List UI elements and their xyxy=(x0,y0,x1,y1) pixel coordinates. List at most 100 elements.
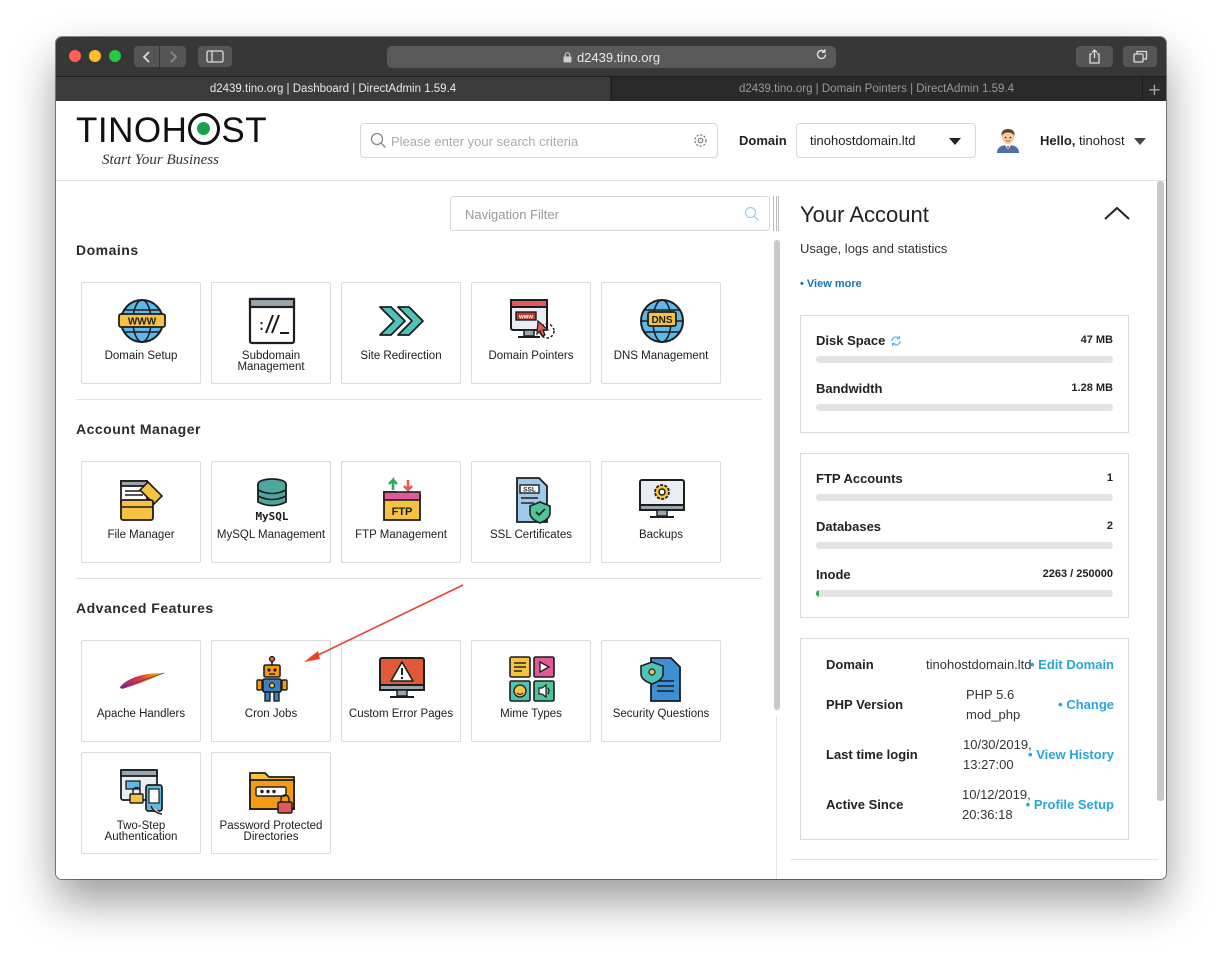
info-value: tinohostdomain.ltd xyxy=(926,657,1032,672)
forward-button[interactable] xyxy=(160,46,186,67)
change-php-link[interactable]: • Change xyxy=(1058,697,1114,712)
tile-label: Custom Error Pages xyxy=(348,708,454,720)
close-window-button[interactable] xyxy=(69,50,81,62)
tile-ftp-management[interactable]: FTP FTP Management xyxy=(341,461,461,563)
php-version-value: PHP 5.6 xyxy=(966,687,1015,702)
svg-text::: : xyxy=(257,316,266,334)
stat-label: Bandwidth xyxy=(816,381,883,396)
sidebar-icon xyxy=(206,50,224,63)
reload-icon[interactable] xyxy=(815,48,828,61)
profile-setup-link[interactable]: • Profile Setup xyxy=(1026,797,1114,812)
share-button[interactable] xyxy=(1076,46,1113,67)
tile-domain-setup[interactable]: WWW Domain Setup xyxy=(81,282,201,384)
info-label: Domain xyxy=(826,657,874,672)
tile-label: Two-Step Authentication xyxy=(104,820,178,843)
share-icon xyxy=(1089,49,1100,64)
tile-label: Domain Setup xyxy=(104,350,178,362)
tile-subdomain-management[interactable]: : Subdomain Management xyxy=(211,282,331,384)
logo-text-end: ST xyxy=(221,111,268,150)
robot-icon xyxy=(256,655,288,702)
user-greeting[interactable]: Hello, tinohost xyxy=(1040,133,1125,148)
caret-down-icon xyxy=(949,138,961,145)
user-menu-caret-icon[interactable] xyxy=(1134,138,1146,145)
domain-select[interactable]: tinohostdomain.ltd xyxy=(796,123,976,158)
last-login-date: 10/30/2019, xyxy=(963,737,1032,752)
tile-security-questions[interactable]: Security Questions xyxy=(601,640,721,742)
tile-label: Subdomain Management xyxy=(237,350,305,373)
chevron-up-icon[interactable] xyxy=(1103,205,1131,221)
navigation-filter-input[interactable] xyxy=(465,204,735,224)
tile-label: Security Questions xyxy=(612,708,710,720)
chevron-right-icon xyxy=(169,50,177,63)
edit-domain-link[interactable]: • Edit Domain xyxy=(1030,657,1114,672)
stat-label: Databases xyxy=(816,519,882,534)
sidebar-toggle-button[interactable] xyxy=(198,46,232,67)
section-divider xyxy=(76,399,762,400)
domain-select-value: tinohostdomain.ltd xyxy=(810,133,916,148)
tile-apache-handlers[interactable]: Apache Handlers xyxy=(81,640,201,742)
tile-two-step-authentication[interactable]: Two-Step Authentication xyxy=(81,752,201,854)
stat-label: Disk Space xyxy=(816,333,902,348)
tile-label: File Manager xyxy=(107,529,175,541)
tab-domain-pointers[interactable]: d2439.tino.org | Domain Pointers | Direc… xyxy=(611,77,1141,101)
tile-dns-management[interactable]: DNS DNS Management xyxy=(601,282,721,384)
back-button[interactable] xyxy=(134,46,160,67)
view-more-link[interactable]: • View more xyxy=(800,278,862,290)
tile-label: MySQL Management xyxy=(216,529,326,541)
greeting-word: Hello, xyxy=(1040,133,1076,148)
gear-icon[interactable] xyxy=(692,132,709,149)
tile-file-manager[interactable]: File Manager xyxy=(81,461,201,563)
zoom-window-button[interactable] xyxy=(109,50,121,62)
stat-value: 2 xyxy=(1106,520,1113,532)
tile-ssl-certificates[interactable]: SSL SSL Certificates xyxy=(471,461,591,563)
tab-bar: d2439.tino.org | Dashboard | DirectAdmin… xyxy=(56,76,1166,101)
tile-label: FTP Management xyxy=(355,529,447,541)
panel-resize-handle[interactable] xyxy=(773,196,779,231)
chevron-left-icon xyxy=(142,50,150,63)
show-tabs-button[interactable] xyxy=(1123,46,1157,67)
tile-custom-error-pages[interactable]: Custom Error Pages xyxy=(341,640,461,742)
ftp-folder-icon: FTP xyxy=(383,476,421,521)
address-text: d2439.tino.org xyxy=(576,49,661,65)
stat-value: 1 xyxy=(1106,472,1113,484)
address-bar[interactable]: d2439.tino.org xyxy=(387,46,836,68)
logo-cloud-o-icon xyxy=(188,113,221,145)
info-value: 10/12/2019, 20:36:18 xyxy=(962,785,1031,825)
search-input[interactable] xyxy=(391,130,681,152)
error-monitor-icon xyxy=(379,657,425,698)
tile-site-redirection[interactable]: Site Redirection xyxy=(341,282,461,384)
progress-bar xyxy=(816,404,1113,411)
tinohost-logo[interactable]: TINOH ST Start Your Business xyxy=(76,111,276,171)
tile-password-protected-directories[interactable]: Password Protected Directories xyxy=(211,752,331,854)
tab-dashboard[interactable]: d2439.tino.org | Dashboard | DirectAdmin… xyxy=(56,77,610,101)
avatar[interactable] xyxy=(996,127,1020,153)
stat-value: 2263 / 250000 xyxy=(1042,568,1113,580)
panel-divider xyxy=(776,716,777,879)
progress-bar xyxy=(816,542,1113,549)
view-history-link[interactable]: • View History xyxy=(1028,747,1114,762)
tile-label: DNS Management xyxy=(613,350,709,362)
tile-backups[interactable]: Backups xyxy=(601,461,721,563)
tile-domain-pointers[interactable]: www Domain Pointers xyxy=(471,282,591,384)
minimize-window-button[interactable] xyxy=(89,50,101,62)
domain-pointer-screen-icon: www xyxy=(510,299,555,339)
stat-label: Inode xyxy=(816,567,851,582)
new-tab-button[interactable]: + xyxy=(1142,77,1166,101)
refresh-icon[interactable] xyxy=(890,335,902,347)
section-divider xyxy=(76,578,762,579)
tile-mysql-management[interactable]: MySQL MySQL Management xyxy=(211,461,331,563)
search-box xyxy=(360,123,718,158)
directadmin-page: TINOH ST Start Your Business Domain tinoh… xyxy=(56,101,1166,879)
page-scrollbar[interactable] xyxy=(1157,181,1164,801)
left-panel-scrollbar[interactable] xyxy=(774,240,780,710)
tile-mime-types[interactable]: Mime Types xyxy=(471,640,591,742)
page-header: TINOH ST Start Your Business Domain tinoh… xyxy=(56,101,1166,181)
info-value: PHP 5.6 mod_php xyxy=(966,685,1020,725)
tile-cron-jobs[interactable]: Cron Jobs xyxy=(211,640,331,742)
tabs-overview-icon xyxy=(1132,50,1147,63)
svg-text:DNS: DNS xyxy=(651,315,672,326)
info-label: PHP Version xyxy=(826,697,904,712)
active-since-date: 10/12/2019, xyxy=(962,787,1031,802)
progress-bar xyxy=(816,590,1113,597)
tile-label: Domain Pointers xyxy=(488,350,574,362)
